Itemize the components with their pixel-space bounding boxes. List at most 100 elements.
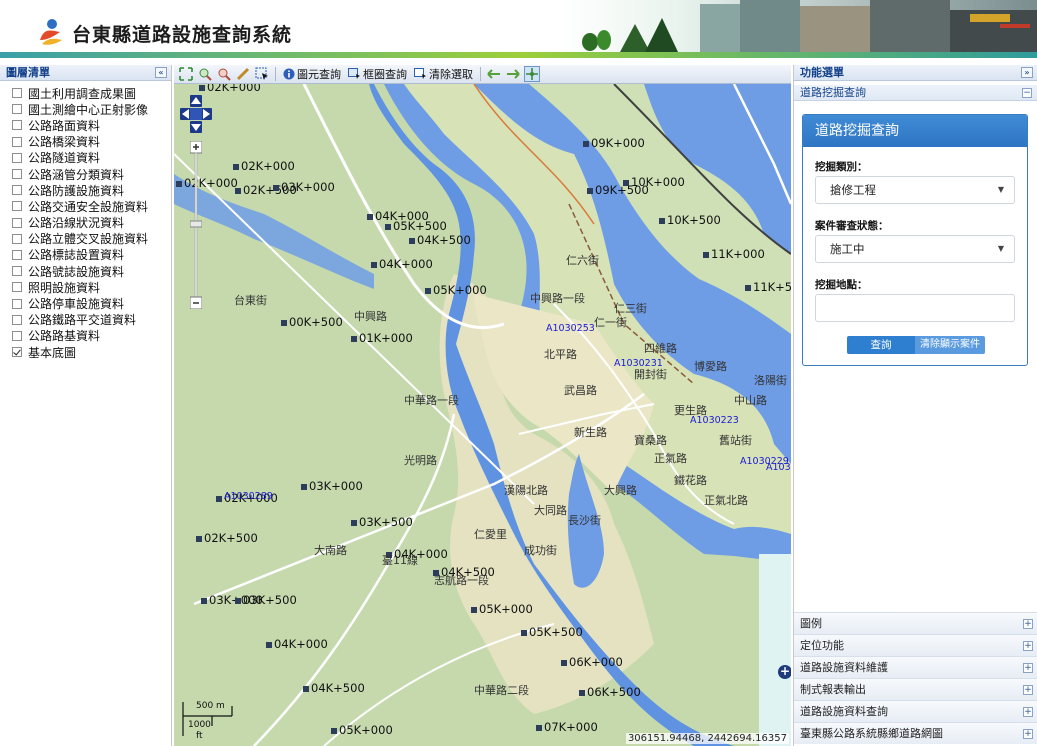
layer-item[interactable]: 公路涵管分類資料 <box>12 166 171 182</box>
milepost-marker[interactable]: 06K+000 <box>561 655 623 669</box>
layer-item[interactable]: 公路鐵路平交道資料 <box>12 312 171 328</box>
map-viewport[interactable]: 圖元查詢 框圈查詢 清除選取 02K+000 02K+500 03K+000 0… <box>174 65 791 746</box>
milepost-marker[interactable]: 06K+500 <box>579 685 641 699</box>
layer-checkbox[interactable] <box>12 266 22 277</box>
layer-item[interactable]: 照明設施資料 <box>12 279 171 295</box>
milepost-marker[interactable]: 05K+500 <box>385 219 447 233</box>
layer-checkbox[interactable] <box>12 282 22 293</box>
box-query-button[interactable]: 框圈查詢 <box>346 66 409 82</box>
layer-checkbox[interactable] <box>12 314 22 325</box>
milepost-marker[interactable]: 02K+000 <box>176 176 238 190</box>
section-road-excavation[interactable]: 道路挖掘查詢 − <box>794 85 1037 101</box>
milepost-marker[interactable]: 03K+000 <box>273 180 335 194</box>
full-extent-icon[interactable] <box>178 66 194 82</box>
select-pointer-icon[interactable] <box>254 66 270 82</box>
milepost-marker[interactable]: 02K+000 <box>199 84 261 94</box>
layer-item[interactable]: 公路交通安全設施資料 <box>12 198 171 214</box>
function-section-header[interactable]: 道路設施資料查詢 + <box>794 700 1037 722</box>
expand-section-icon[interactable]: + <box>1023 729 1033 739</box>
milepost-marker[interactable]: 02K+500 <box>196 531 258 545</box>
zoom-slider[interactable] <box>190 141 202 309</box>
milepost-marker[interactable]: 04K+000 <box>371 257 433 271</box>
expand-section-icon[interactable]: + <box>1023 619 1033 629</box>
layer-checkbox[interactable] <box>12 152 22 163</box>
back-arrow-icon[interactable] <box>486 66 502 82</box>
zoom-in-icon[interactable] <box>197 66 213 82</box>
milepost-marker[interactable]: 05K+500 <box>521 625 583 639</box>
milepost-marker[interactable]: 02K+000 <box>233 159 295 173</box>
layer-checkbox[interactable] <box>12 330 22 341</box>
function-section-header[interactable]: 定位功能 + <box>794 634 1037 656</box>
layer-item[interactable]: 公路標誌設置資料 <box>12 247 171 263</box>
layer-item[interactable]: 公路停車設施資料 <box>12 295 171 311</box>
function-section-header[interactable]: 臺東縣公路系統縣鄉道路網圖 + <box>794 722 1037 744</box>
milepost-marker[interactable]: 10K+500 <box>659 213 721 227</box>
excavation-type-select[interactable]: 搶修工程 ▼ <box>815 176 1015 204</box>
expand-section-icon[interactable]: + <box>1023 685 1033 695</box>
layer-item[interactable]: 公路防護設施資料 <box>12 182 171 198</box>
milepost-marker[interactable]: 04K+000 <box>266 637 328 651</box>
layer-item[interactable]: 公路路基資料 <box>12 328 171 344</box>
layer-checkbox[interactable] <box>12 185 22 196</box>
layer-checkbox[interactable] <box>12 201 22 212</box>
layer-checkbox[interactable] <box>12 217 22 228</box>
identify-button[interactable]: 圖元查詢 <box>281 66 343 82</box>
milepost-marker[interactable]: 00K+500 <box>281 315 343 329</box>
forward-arrow-icon[interactable] <box>505 66 521 82</box>
collapse-left-panel-button[interactable]: « <box>155 67 167 78</box>
pan-control[interactable] <box>180 95 212 135</box>
milepost-marker[interactable]: 04K+500 <box>409 233 471 247</box>
milepost-marker[interactable]: 04K+500 <box>303 681 365 695</box>
clear-selection-button[interactable]: 清除選取 <box>412 66 475 82</box>
layer-checkbox[interactable] <box>12 136 22 147</box>
layer-item[interactable]: 公路橋梁資料 <box>12 134 171 150</box>
milepost-marker[interactable]: 05K+000 <box>471 602 533 616</box>
milepost-marker[interactable]: 03K+500 <box>351 515 413 529</box>
layer-checkbox[interactable] <box>12 88 22 99</box>
clear-cases-button[interactable]: 清除顯示案件 <box>915 336 985 354</box>
layer-item[interactable]: 公路立體交叉設施資料 <box>12 231 171 247</box>
parcel-label[interactable]: A1030289 <box>224 491 273 502</box>
milepost-marker[interactable]: 05K+000 <box>331 723 393 737</box>
expand-section-icon[interactable]: + <box>1023 707 1033 717</box>
parcel-label[interactable]: A1030253 <box>546 323 595 334</box>
case-status-select[interactable]: 施工中 ▼ <box>815 235 1015 263</box>
parcel-label[interactable]: A1030 <box>766 462 791 473</box>
query-button[interactable]: 查詢 <box>847 336 915 354</box>
milepost-marker[interactable]: 10K+000 <box>623 175 685 189</box>
function-section-header[interactable]: 制式報表輸出 + <box>794 678 1037 700</box>
map-canvas[interactable]: 02K+000 02K+500 03K+000 04K+000 05K+000 02K+0… <box>174 84 791 746</box>
pan-tool-icon[interactable] <box>524 66 540 82</box>
layer-checkbox[interactable] <box>12 233 22 244</box>
layer-checkbox[interactable] <box>12 104 22 115</box>
layer-checkbox[interactable] <box>12 347 22 358</box>
layer-checkbox[interactable] <box>12 298 22 309</box>
milepost-marker[interactable]: 01K+000 <box>351 331 413 345</box>
layer-checkbox[interactable] <box>12 120 22 131</box>
layer-item[interactable]: 公路沿線狀況資料 <box>12 215 171 231</box>
layer-item[interactable]: 國土測繪中心正射影像 <box>12 101 171 117</box>
milepost-marker[interactable]: 05K+000 <box>425 283 487 297</box>
layer-item[interactable]: 公路隧道資料 <box>12 150 171 166</box>
excavation-location-input[interactable] <box>815 294 1015 322</box>
milepost-marker[interactable]: 11K+000 <box>703 247 765 261</box>
layer-checkbox[interactable] <box>12 169 22 180</box>
milepost-marker[interactable]: 07K+000 <box>536 720 598 734</box>
layer-item[interactable]: 公路號誌設施資料 <box>12 263 171 279</box>
collapse-right-panel-button[interactable]: » <box>1021 67 1033 78</box>
milepost-marker[interactable]: 03K+500 <box>235 593 297 607</box>
measure-ruler-icon[interactable] <box>235 66 251 82</box>
layer-item[interactable]: 國土利用調查成果圖 <box>12 85 171 101</box>
expand-section-icon[interactable]: + <box>1023 663 1033 673</box>
expand-section-icon[interactable]: + <box>1023 641 1033 651</box>
milepost-marker[interactable]: 03K+000 <box>301 479 363 493</box>
layer-item[interactable]: 公路路面資料 <box>12 117 171 133</box>
collapse-section-icon[interactable]: − <box>1022 88 1032 98</box>
layer-item[interactable]: 基本底圖 <box>12 344 171 360</box>
layer-checkbox[interactable] <box>12 249 22 260</box>
function-section-header[interactable]: 圖例 + <box>794 612 1037 634</box>
overview-map-toggle-icon[interactable]: + <box>778 665 791 679</box>
function-section-header[interactable]: 道路設施資料維護 + <box>794 656 1037 678</box>
zoom-out-icon[interactable] <box>216 66 232 82</box>
milepost-marker[interactable]: 09K+000 <box>583 136 645 150</box>
